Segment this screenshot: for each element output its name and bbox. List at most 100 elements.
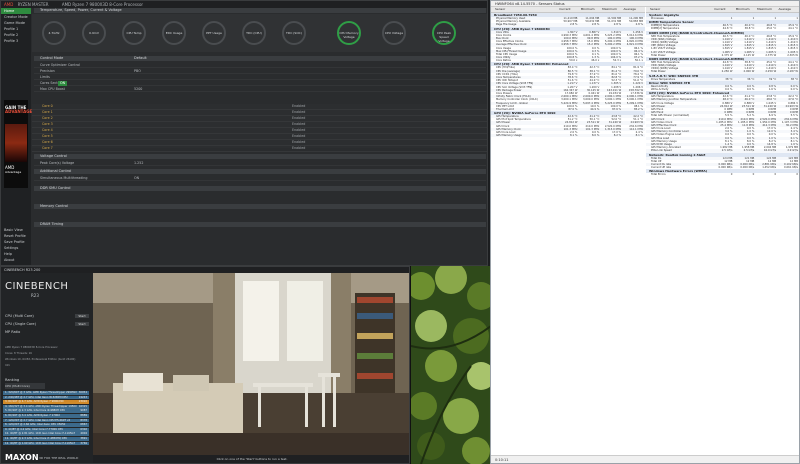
render-viewport[interactable] [93,273,409,457]
sensor-value: 1 [796,17,799,20]
ranking-entry-score: 30054 [78,391,87,394]
sensor-value: 2.8 % [570,23,578,27]
sensor-value: 36 °C [747,77,755,81]
sensor-value: 1 [730,17,733,20]
sensor-value: 0 [774,173,777,177]
sensor-value: 1 [752,17,755,20]
ryzen-master-bottom-menu: Basic View Reset Profile Save Profile Se… [1,227,31,263]
precision-row[interactable]: Precision PBO [34,69,486,74]
sensor-row[interactable]: Total Errors 0 0 0 0 [646,173,799,177]
smt-row[interactable]: Simultaneous Multithreading ON [34,176,486,181]
ryzen-master-titlebar: AMD RYZEN MASTER AMD Ryzen 7 9800X3D 8-C… [1,1,487,8]
sensor-value: 44.9 % [590,107,600,111]
sensor-value: 50.1 x [634,59,644,63]
sensor-value: 87.0 % [568,107,578,111]
mp-ratio: MP Ratio [5,330,21,334]
hwinfo-sensor-column-right: Sensor Current Minimum Maximum Average Syste… [646,7,799,457]
ryzen-master-main: Temperature, Speed, Power, Current & Vol… [32,8,487,265]
ranking-entry: 11. 4C/8T @ 2.3 GHz, Intel Core i7-4850H… [3,437,89,441]
gauge-ppt: PPT Usage [202,21,226,45]
ranking-entry: 10. 4C/8T @ 2.81 GHz, 11th Gen Intel Cor… [3,432,89,437]
sensor-value: 2.5 GT/s [743,149,755,153]
about-button[interactable]: About [1,257,31,263]
foliage-photo [410,266,490,464]
sensor-value: 0.0 % [790,88,799,91]
sensor-value: 8.1 % [570,134,578,138]
ranking-entry-name: 1. 32C/64T @ 3 GHz, AMD Ryzen Threadripp… [5,391,77,394]
ranking-entry-name: 6. 8C/16T @ 3.4 GHz, AMD Ryzen 7 1700X [5,414,60,417]
sensor-value: 46.0 x [591,59,600,63]
ranking-entry-name: 7. 12C/24T @ 2.7 GHz, Intel Xeon CPU E5-… [5,418,71,422]
ranking-select[interactable]: CPU (Multi Core) [5,383,45,389]
voltage-control-section[interactable]: Voltage Control [34,154,486,159]
ranking-entry: 7. 12C/24T @ 2.7 GHz, Intel Xeon CPU E5-… [3,418,89,423]
ranking-entry: 6. 8C/16T @ 3.4 GHz, AMD Ryzen 7 1700X 88… [3,414,89,418]
ranking-entry-score: 4904 [80,432,87,436]
sensor-value: 2.250 W [765,70,777,74]
sensor-value: 39 °C [768,77,777,81]
ranking-entry: 3. 8C/16T @ 4.7 GHz, AMD Ryzen 7 9800X3D… [3,400,89,404]
memory-control-section[interactable]: Memory Control [34,204,486,209]
sensor-value: 1.6 % [768,88,777,91]
gauge-tdc-cpu: TDC (CPU) [242,21,266,45]
processor-name: AMD Ryzen 7 9800X3D 8-Core Processor [61,2,144,7]
ranking-entry: 5. 8C/16T @ 2.3 GHz, Intel Core i9-9880H… [3,409,89,414]
ranking-entry-score: 3769 [80,441,87,445]
ad-tag: Advantage [5,170,22,174]
curve-optimizer-row[interactable]: Curve Optimizer Control [34,63,486,68]
ranking-entry-name: 2. 24C/48T @ 2.7 GHz, Intel Xeon W-3265M… [5,395,68,399]
core-row[interactable]: Core 7 Enabled [32,146,487,152]
cinebench-sidebar: CINEBENCH R23 CPU (Multi Core) Start CPU … [1,273,93,463]
ranking-entry-score: 9087 [80,409,87,413]
sensor-value: 1.452 KB/s [762,166,777,170]
control-mode-section[interactable]: Control Mode Default [34,56,486,61]
sensor-value: 0.000 KB/s [740,166,755,170]
ddr-smu-section[interactable]: DDR SMU Control [34,186,486,191]
run-single-core: CPU (Single Core) Start [5,321,91,327]
ranking-entry-name: 11. 4C/8T @ 2.3 GHz, Intel Core i7-4850H… [5,437,68,440]
gauge-cpu-temp: CPU Temp [122,21,146,45]
foliage-image [411,266,490,464]
sensor-value: 1 [774,17,777,20]
gauge-edc: EDC Usage [162,21,186,45]
start-single-core-button[interactable]: Start [75,322,89,326]
ranking-entry-name: 8. 12C/24T @ 2.66 GHz, Intel Xeon CPU X5… [5,423,66,427]
gauge-tdc-soc: TDC (SOC) [282,21,306,45]
cinebench-version: R23 [31,293,39,298]
hwinfo-sensor-column-left: Sensor Current Minimum Maximum Average Broad… [491,7,645,457]
sensor-value: 44.1 °C [788,27,799,31]
sidebar-item-profile-3[interactable]: Profile 3 [1,38,31,44]
peak-core-voltage-row[interactable]: Peak Core(s) Voltage 1.252 [34,161,486,166]
ranking-entry: 2. 24C/48T @ 2.7 GHz, Intel Xeon W-3265M… [3,395,89,400]
cores-section-row[interactable]: Cores Section ON [34,81,486,86]
max-cpu-boost-row[interactable]: Max CPU Boost 5200 [34,87,486,92]
additional-control-section[interactable]: Additional Control [34,169,486,174]
ranking-entry-name: 10. 4C/8T @ 2.81 GHz, 11th Gen Intel Cor… [5,432,76,436]
advertisement-banner[interactable]: GAIN THE ADVANTAGE AMD Advantage [4,100,32,188]
dram-timing-section[interactable]: DRAM Timing [34,222,486,227]
gauge-cpu-memory-voltage: CPU Memory Voltage [337,21,361,45]
sensor-value: 2.8 % [635,23,644,27]
limits-row[interactable]: Limits [34,75,486,80]
ranking-entry: 8. 12C/24T @ 2.66 GHz, Intel Xeon CPU X5… [3,423,89,427]
sensor-value: 8.0 % [591,134,600,138]
hwinfo-statusbar: 0:10:11 [491,455,799,463]
amd-logo: AMD [4,2,14,7]
ranking-entry-name: 3. 8C/16T @ 4.7 GHz, AMD Ryzen 7 9800X3D [5,400,64,404]
ranking-entry-name: 9. 4C/8T @ 4.2 GHz, Intel Core i7-7700K … [5,427,64,431]
sensor-value: 2.187 W [787,70,799,74]
ranking-entry-name: 5. 8C/16T @ 2.3 GHz, Intel Core i9-9880H… [5,409,66,413]
info-link[interactable]: Info [5,363,91,369]
ranking-entry-name: 4. 16C/32T @ 3.4 GHz, AMD Ryzen Threadri… [5,404,77,408]
sensor-value: 8.1 % [635,134,644,138]
gauge-panel: 4.7GHz 0.9mV CPU Temp EDC Usage PPT Usag… [32,14,487,52]
gauge-peak-speed-voltage: CPU Peak Speed Voltage [432,21,456,45]
sensor-value: 2.375 W [765,53,777,57]
sensor-value: 38 °C [790,77,799,81]
sensor-value: 8.2 % [613,134,622,138]
sensor-row[interactable]: GPU Memory Usage 8.1 % 8.0 % 8.2 % 8.1 % [491,134,645,138]
sensor-value: 38 °C [725,77,733,81]
sensor-value: 2.305 W [787,53,799,57]
start-multi-core-button[interactable]: Start [75,314,89,318]
sensor-value: 2.8 % [591,23,600,27]
